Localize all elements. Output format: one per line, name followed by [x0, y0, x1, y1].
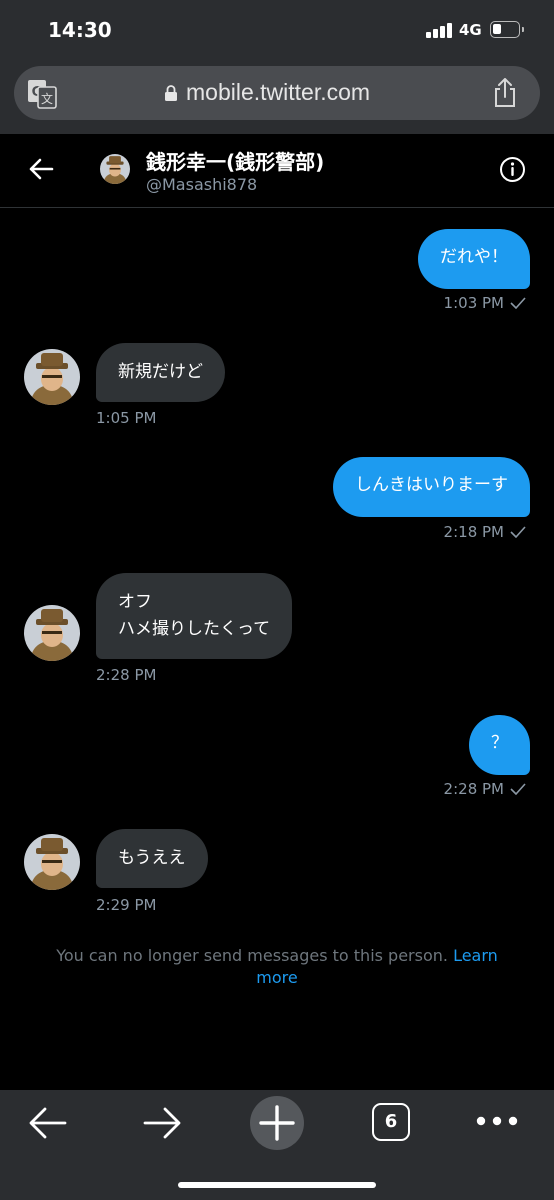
message-bubble-outgoing[interactable]: ？: [469, 715, 530, 775]
notice-text: You can no longer send messages to this …: [56, 946, 448, 965]
message-timestamp: 2:18 PM: [444, 523, 526, 541]
blocked-notice: You can no longer send messages to this …: [40, 945, 514, 989]
message-bubble-incoming[interactable]: オフ ハメ撮りしたくって: [96, 573, 293, 659]
message-timestamp: 2:28 PM: [444, 780, 526, 798]
check-icon: [510, 526, 526, 538]
avatar[interactable]: [24, 834, 80, 890]
url-text[interactable]: mobile.twitter.com: [186, 79, 370, 106]
share-icon[interactable]: [492, 78, 518, 108]
contact-handle: @Masashi878: [146, 175, 258, 194]
signal-icon: [426, 22, 452, 38]
back-arrow-icon[interactable]: [28, 1106, 68, 1140]
translate-icon[interactable]: G 文: [26, 78, 58, 110]
lock-icon: [165, 85, 177, 101]
avatar[interactable]: [24, 605, 80, 661]
message-bubble-outgoing[interactable]: だれや！: [418, 229, 530, 289]
message-bubble-incoming[interactable]: もうええ: [96, 829, 208, 888]
back-arrow-icon[interactable]: [28, 156, 54, 182]
avatar[interactable]: [100, 154, 130, 184]
forward-arrow-icon[interactable]: [142, 1106, 182, 1140]
more-icon[interactable]: [476, 1116, 518, 1126]
network-label: 4G: [459, 21, 482, 39]
browser-address-area: G 文 mobile.twitter.com: [0, 62, 554, 134]
message-bubble-incoming[interactable]: 新規だけど: [96, 343, 225, 402]
new-tab-icon[interactable]: [250, 1096, 304, 1150]
tabs-icon[interactable]: 6: [372, 1103, 410, 1141]
status-time: 14:30: [48, 18, 112, 42]
check-icon: [510, 297, 526, 309]
message-bubble-outgoing[interactable]: しんきはいりまーす: [333, 457, 530, 517]
message-timestamp: 2:28 PM: [96, 666, 157, 684]
address-bar[interactable]: G 文 mobile.twitter.com: [14, 66, 540, 120]
tab-count: 6: [384, 1111, 398, 1132]
message-timestamp: 1:05 PM: [96, 409, 157, 427]
info-icon[interactable]: [499, 156, 526, 183]
svg-text:文: 文: [41, 91, 53, 106]
battery-icon: [490, 21, 524, 38]
conversation-header: 銭形幸一(銭形警部) @Masashi878: [0, 134, 554, 208]
status-bar: 14:30 4G: [0, 0, 554, 62]
home-indicator: [178, 1182, 376, 1188]
contact-name: 銭形幸一(銭形警部): [146, 150, 325, 174]
avatar[interactable]: [24, 349, 80, 405]
browser-toolbar: 6: [0, 1090, 554, 1200]
message-timestamp: 1:03 PM: [444, 294, 526, 312]
check-icon: [510, 783, 526, 795]
message-timestamp: 2:29 PM: [96, 896, 157, 914]
